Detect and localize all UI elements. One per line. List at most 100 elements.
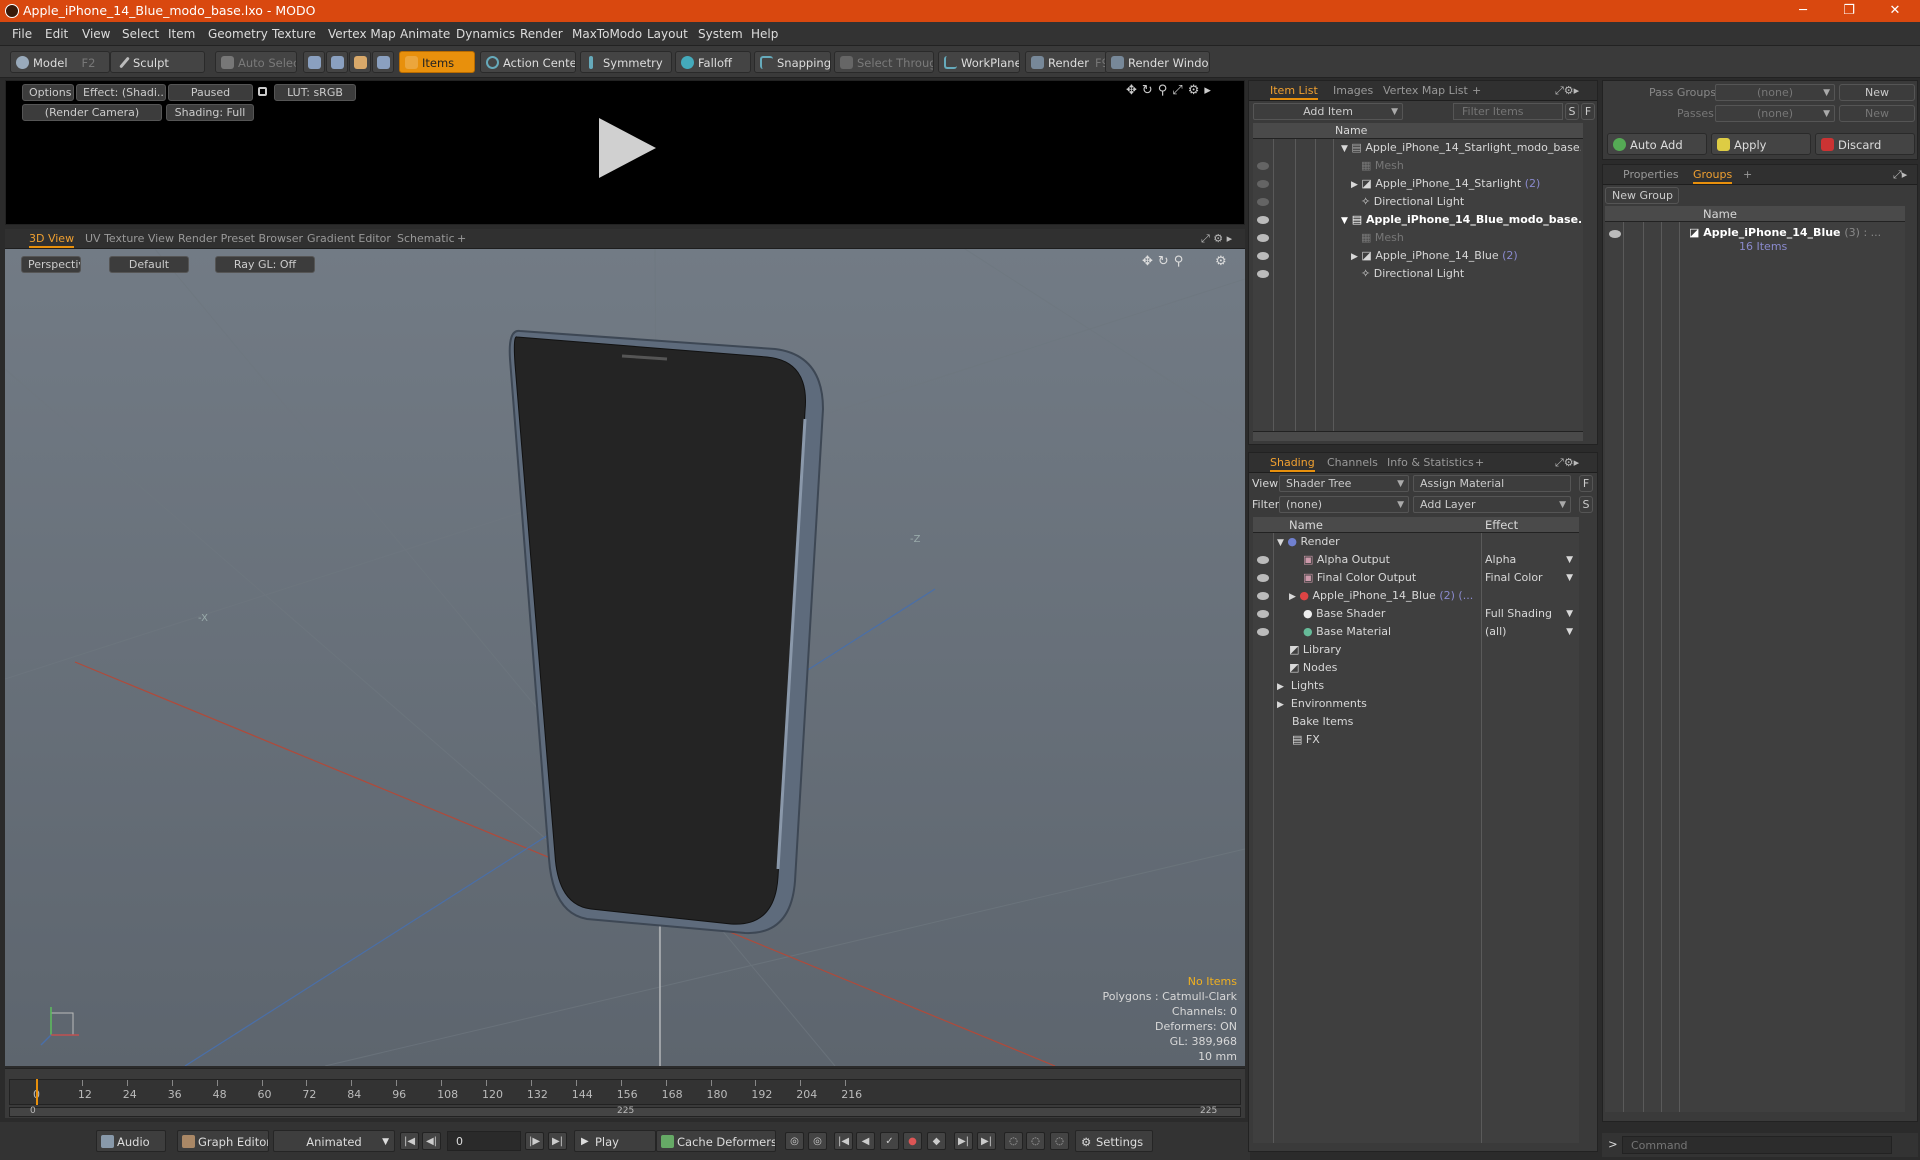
item-row-light-2[interactable]: ✧ Directional Light [1335,265,1581,283]
eye-icon[interactable] [1257,180,1269,188]
viewport-expand-icon[interactable]: ⤢ ⚙ ▸ [1201,232,1232,246]
shader-row-bake-items[interactable]: Bake Items [1277,713,1477,731]
panel-expand-icon[interactable]: ⤢▸ [1893,168,1907,182]
tab-gradient-editor[interactable]: Gradient Editor [307,232,391,245]
cache-deformers-button[interactable]: Cache Deformers [656,1130,776,1152]
tab-info-statistics[interactable]: Info & Statistics [1387,456,1474,469]
menu-item[interactable]: Item [168,27,195,41]
eye-icon[interactable] [1257,234,1269,242]
tab-render-preset-browser[interactable]: Render Preset Browser [178,232,303,245]
timeline[interactable]: 0 12 24 36 48 60 72 84 96 108 120 132 144 156 168 180 19… [5,1068,1245,1118]
shader-tree[interactable]: ▼ ● Render ▣ Alpha Output Alpha ▼ ▣ Final… [1253,533,1579,1143]
add-tab-button[interactable]: + [1743,168,1752,181]
camera-dropdown[interactable]: (Render Camera) [22,104,162,121]
shader-row-render[interactable]: ▼ ● Render [1277,533,1477,551]
menu-dynamics[interactable]: Dynamics [456,27,515,41]
key-option-icon-1[interactable]: ◌ [1004,1132,1023,1150]
go-start-icon[interactable]: |◀ [400,1132,419,1150]
eye-icon[interactable] [1257,162,1269,170]
eye-icon[interactable] [1257,216,1269,224]
eye-icon[interactable] [1257,592,1269,600]
effect-dropdown-alpha[interactable]: Alpha ▼ [1485,551,1575,569]
shader-row-base-shader[interactable]: ● Base Shader [1277,605,1477,623]
viewport-nav-controls[interactable]: ✥↻⚲ [1142,254,1188,269]
key-option-icon-2[interactable]: ◌ [1026,1132,1045,1150]
tab-item-list[interactable]: Item List [1270,84,1318,100]
menu-render[interactable]: Render [520,27,563,41]
filter-dropdown[interactable]: (none) ▼ [1279,496,1409,513]
new-group-button[interactable]: New Group [1605,187,1679,204]
view-dropdown[interactable]: Shader Tree ▼ [1279,475,1409,492]
key-end-icon[interactable]: ▶| [977,1132,996,1150]
prev-key-icon[interactable]: ◀| [422,1132,441,1150]
passes-dropdown[interactable]: (none) ▼ [1715,105,1835,122]
record-icon[interactable]: ● [903,1132,922,1150]
menu-maxtomodo[interactable]: MaxToModo [572,27,642,41]
key-option-icon-3[interactable]: ◌ [1050,1132,1069,1150]
tab-shading[interactable]: Shading [1270,456,1315,472]
menu-help[interactable]: Help [751,27,778,41]
minimize-button[interactable]: ─ [1780,0,1826,22]
menu-file[interactable]: File [12,27,32,41]
play-icon[interactable] [591,113,661,183]
shading-s-button[interactable]: S [1579,496,1593,513]
render-window-button[interactable]: Render Window [1105,51,1210,73]
preview-effect-dropdown[interactable]: Effect: (Shadi... [76,84,166,101]
preview-view-controls[interactable]: ✥↻⚲⤢⚙▸ [1126,83,1216,98]
item-row-light-1[interactable]: ✧ Directional Light [1335,193,1581,211]
shader-row-library[interactable]: ◩ Library [1277,641,1477,659]
model-button[interactable]: Model F2 [10,51,110,73]
playhead[interactable] [36,1079,38,1105]
menu-geometry[interactable]: Geometry [208,27,268,41]
select-edges-button[interactable] [326,51,348,73]
tab-images[interactable]: Images [1333,84,1373,97]
eye-icon[interactable] [1257,628,1269,636]
render-button[interactable]: RenderF9 [1025,51,1107,73]
raygl-dropdown[interactable]: Ray GL: Off [215,256,315,273]
effect-dropdown-base-material[interactable]: (all) ▼ [1485,623,1575,641]
shader-row-lights[interactable]: ▶ Lights [1277,677,1477,695]
falloff-button[interactable]: Falloff [675,51,751,73]
auto-add-button[interactable]: Auto Add [1607,133,1707,155]
snapping-button[interactable]: Snapping [754,51,831,73]
assign-material-button[interactable]: Assign Material [1413,475,1571,492]
tab-uv-texture-view[interactable]: UV Texture View [85,232,174,245]
sculpt-button[interactable]: Sculpt [110,51,205,73]
tab-vertex-map-list[interactable]: Vertex Map List [1383,84,1468,97]
shading-dropdown[interactable]: Shading: Full [166,104,254,121]
key-tool-icon-1[interactable]: ◎ [785,1132,804,1150]
settings-button[interactable]: ⚙ Settings [1075,1130,1153,1152]
add-item-dropdown[interactable]: Add Item ▼ [1253,103,1403,120]
panel-expand-icon[interactable]: ⤢⚙▸ [1555,456,1579,470]
menu-animate[interactable]: Animate [400,27,450,41]
item-row-mesh-2[interactable]: ▦ Mesh [1335,229,1581,247]
select-vertices-button[interactable] [303,51,325,73]
play-button[interactable]: ▶ Play [574,1130,656,1152]
go-end-icon[interactable]: ▶| [548,1132,567,1150]
select-polygons-button[interactable] [349,51,371,73]
lut-dropdown[interactable]: LUT: sRGB [274,84,356,101]
animated-dropdown[interactable]: Animated ▼ [273,1130,395,1152]
menu-view[interactable]: View [82,27,110,41]
shader-row-fx[interactable]: ▤ FX [1277,731,1477,749]
new-pass-button[interactable]: New [1839,105,1915,122]
eye-icon[interactable] [1257,610,1269,618]
maximize-button[interactable]: ❐ [1826,0,1872,22]
auto-select-button[interactable]: Auto Select [215,51,297,73]
effect-dropdown-base-shader[interactable]: Full Shading ▼ [1485,605,1575,623]
filter-f-button[interactable]: F [1581,103,1595,120]
menu-layout[interactable]: Layout [647,27,688,41]
new-pass-group-button[interactable]: New [1839,84,1915,101]
item-row-blue-group[interactable]: ▶ ◪ Apple_iPhone_14_Blue (2) [1335,247,1581,265]
auto-key-icon[interactable]: ✓ [880,1132,899,1150]
scene-row-starlight[interactable]: ▼ ▤ Apple_iPhone_14_Starlight_modo_base.… [1335,139,1581,157]
3d-viewport[interactable]: Perspective Default Ray GL: Off ✥↻⚲ ⚙ -Z… [5,249,1245,1066]
select-through-button[interactable]: Select Through [834,51,934,73]
add-tab-button[interactable]: + [457,232,466,245]
add-tab-button[interactable]: + [1475,456,1484,469]
menu-texture[interactable]: Texture [272,27,316,41]
menu-vertex-map[interactable]: Vertex Map [328,27,396,41]
menu-select[interactable]: Select [122,27,159,41]
action-center-button[interactable]: Action Center [480,51,576,73]
key-next-icon[interactable]: ▶| [954,1132,973,1150]
